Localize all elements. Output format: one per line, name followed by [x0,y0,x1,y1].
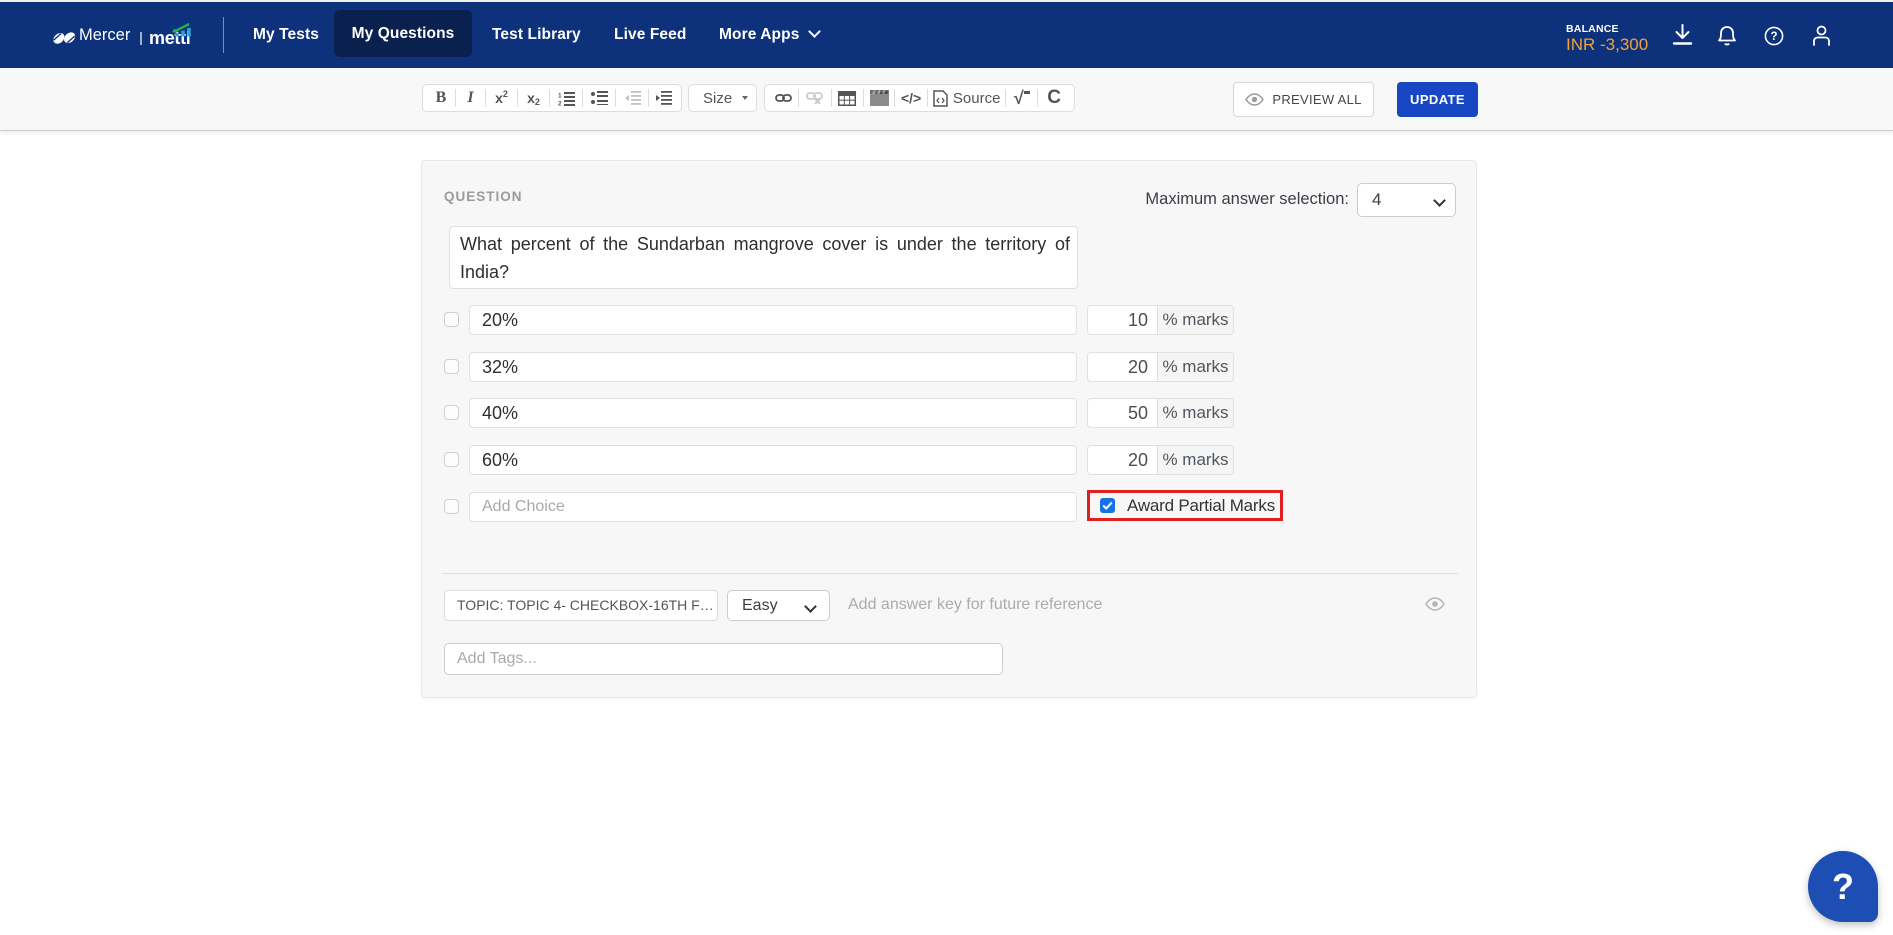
svg-text:?: ? [1770,31,1777,43]
svg-text:2: 2 [558,100,562,106]
svg-text:1: 1 [558,92,562,99]
